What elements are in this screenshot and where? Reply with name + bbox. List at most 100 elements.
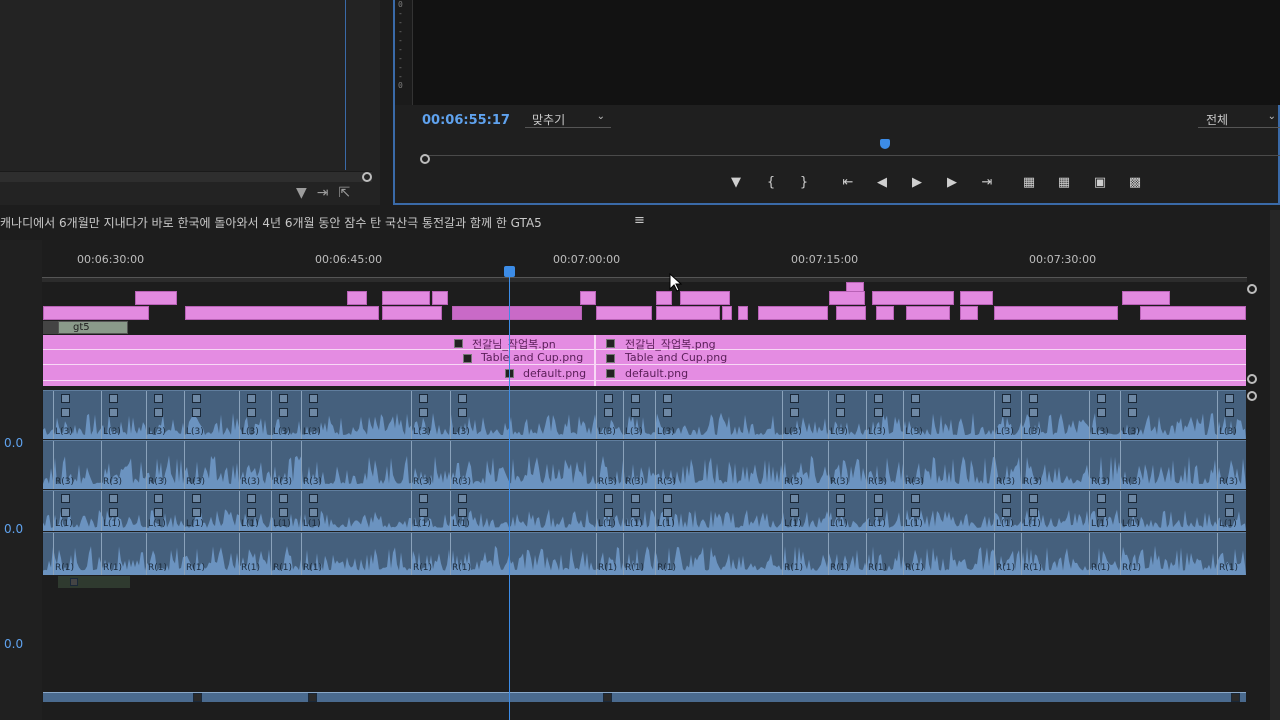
play-icon[interactable]: ▶	[906, 175, 928, 190]
clip-edit-point[interactable]	[866, 533, 867, 575]
effect-badge-icon[interactable]	[663, 408, 672, 417]
clip-edit-point[interactable]	[782, 441, 783, 489]
clip-edit-point[interactable]	[623, 491, 624, 531]
effect-badge-icon[interactable]	[604, 408, 613, 417]
video-clip[interactable]	[906, 306, 950, 320]
clip-edit-point[interactable]	[184, 491, 185, 531]
zoom-handle[interactable]	[1247, 391, 1257, 401]
effect-badge-icon[interactable]	[1225, 508, 1234, 517]
clip-edit-point[interactable]	[596, 491, 597, 531]
effect-badge-icon[interactable]	[874, 394, 883, 403]
audio-track-a2-right[interactable]: R(1) R(1) R(1) R(1) R(1) R(1) R(1) R(1) R(1) R(1)…	[43, 532, 1246, 575]
video-clip[interactable]	[836, 306, 866, 320]
effect-badge-icon[interactable]	[663, 494, 672, 503]
clip-edit-point[interactable]	[655, 491, 656, 531]
effect-badge-icon[interactable]	[109, 494, 118, 503]
video-clip[interactable]	[656, 306, 720, 320]
effect-badge-icon[interactable]	[1002, 494, 1011, 503]
nested-sequence-clip[interactable]: gt5	[58, 321, 128, 334]
effect-badge-icon[interactable]	[790, 508, 799, 517]
effect-badge-icon[interactable]	[836, 394, 845, 403]
clip-edit-point[interactable]	[1089, 391, 1090, 439]
hamburger-icon[interactable]: ≡	[634, 213, 645, 228]
video-clip[interactable]	[432, 291, 448, 305]
clip-edit-point[interactable]	[866, 491, 867, 531]
clip-edit-point[interactable]	[101, 391, 102, 439]
effect-badge-icon[interactable]	[631, 394, 640, 403]
clip-edit-point[interactable]	[301, 533, 302, 575]
clip-edit-point[interactable]	[53, 533, 54, 575]
clip-edit-point[interactable]	[411, 491, 412, 531]
keyframe-icon[interactable]	[308, 693, 317, 702]
audio-track-music[interactable]	[43, 692, 1246, 702]
effect-badge-icon[interactable]	[154, 508, 163, 517]
effect-badge-icon[interactable]	[154, 394, 163, 403]
video-clip[interactable]	[185, 306, 379, 320]
effect-badge-icon[interactable]	[419, 394, 428, 403]
clip-edit-point[interactable]	[184, 533, 185, 575]
effect-badge-icon[interactable]	[1029, 394, 1038, 403]
sequence-tab-title[interactable]: 캐나디에서 6개월만 지내다가 바로 한국에 돌아와서 4년 6개월 동안 잠수…	[0, 214, 542, 231]
effect-badge-icon[interactable]	[154, 408, 163, 417]
effect-badge-icon[interactable]	[1128, 394, 1137, 403]
clip-edit-point[interactable]	[782, 533, 783, 575]
clip-edit-point[interactable]	[101, 533, 102, 575]
effect-badge-icon[interactable]	[1097, 394, 1106, 403]
clip-edit-point[interactable]	[828, 533, 829, 575]
effect-badge-icon[interactable]	[1128, 508, 1137, 517]
effect-badge-icon[interactable]	[61, 494, 70, 503]
effect-badge-icon[interactable]	[154, 494, 163, 503]
effect-badge-icon[interactable]	[1128, 494, 1137, 503]
clip-edit-point[interactable]	[271, 441, 272, 489]
effect-badge-icon[interactable]	[192, 494, 201, 503]
effect-badge-icon[interactable]	[1002, 508, 1011, 517]
clip-edit-point[interactable]	[146, 533, 147, 575]
clip-edit-point[interactable]	[828, 491, 829, 531]
effect-badge-icon[interactable]	[458, 494, 467, 503]
keyframe-icon[interactable]	[193, 693, 202, 702]
effect-badge-icon[interactable]	[419, 494, 428, 503]
effect-badge-icon[interactable]	[309, 394, 318, 403]
clip-edit-point[interactable]	[1120, 391, 1121, 439]
effect-badge-icon[interactable]	[109, 394, 118, 403]
clip-edit-point[interactable]	[301, 491, 302, 531]
video-clip[interactable]	[829, 291, 865, 305]
effect-badge-icon[interactable]	[61, 408, 70, 417]
effect-badge-icon[interactable]	[874, 494, 883, 503]
clip-edit-point[interactable]	[903, 391, 904, 439]
effect-badge-icon[interactable]	[911, 408, 920, 417]
clip-edit-point[interactable]	[184, 391, 185, 439]
step-back-icon[interactable]: ◀	[871, 175, 893, 190]
effect-badge-icon[interactable]	[1029, 408, 1038, 417]
clip-edit-point[interactable]	[596, 441, 597, 489]
effect-badge-icon[interactable]	[1097, 508, 1106, 517]
step-forward-icon[interactable]: ▶	[941, 175, 963, 190]
clip-edit-point[interactable]	[903, 491, 904, 531]
video-clip[interactable]	[135, 291, 177, 305]
effect-badge-icon[interactable]	[836, 494, 845, 503]
video-clip[interactable]	[382, 306, 442, 320]
monitor-zoom-handle[interactable]	[420, 154, 430, 164]
effect-badge-icon[interactable]	[1225, 408, 1234, 417]
clip-edit-point[interactable]	[596, 391, 597, 439]
track-volume-a1[interactable]: 0.0	[4, 436, 23, 450]
clip-edit-point[interactable]	[450, 441, 451, 489]
effect-badge-icon[interactable]	[836, 408, 845, 417]
clip-edit-point[interactable]	[828, 391, 829, 439]
clip-edit-point[interactable]	[301, 441, 302, 489]
effect-badge-icon[interactable]	[61, 394, 70, 403]
effect-badge-icon[interactable]	[1029, 494, 1038, 503]
track-volume-a3[interactable]: 0.0	[4, 637, 23, 651]
effect-badge-icon[interactable]	[663, 394, 672, 403]
video-clip[interactable]	[680, 291, 730, 305]
insert-icon[interactable]: ⇥	[317, 185, 329, 201]
effect-badge-icon[interactable]	[790, 494, 799, 503]
effect-badge-icon[interactable]	[663, 508, 672, 517]
monitor-playhead[interactable]	[880, 139, 890, 149]
timeline-vertical-scrollbar[interactable]	[1270, 210, 1280, 720]
clip-edit-point[interactable]	[239, 391, 240, 439]
video-clip[interactable]	[1122, 291, 1170, 305]
zoom-fit-select[interactable]: 맞추기 ⌄	[525, 111, 611, 128]
video-clip[interactable]	[656, 291, 672, 305]
effect-badge-icon[interactable]	[911, 508, 920, 517]
